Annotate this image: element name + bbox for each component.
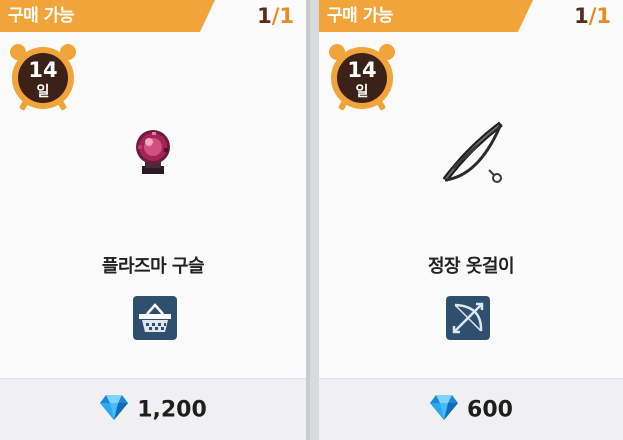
hanger-bow-icon <box>439 118 511 194</box>
timer-unit: 일 <box>355 84 369 100</box>
stock-current: 1 <box>574 4 589 28</box>
price-row[interactable]: 1,200 <box>0 393 306 427</box>
purchasable-tag: 구매 가능 <box>319 0 533 32</box>
item-name: 정장 옷걸이 <box>427 256 515 277</box>
diamond-icon <box>429 393 459 427</box>
stock-total: 1 <box>279 4 294 28</box>
plasma-orb-icon <box>132 128 176 182</box>
stock-count: 1/1 <box>257 4 294 28</box>
timer-value: 14 <box>28 58 58 82</box>
price-value: 600 <box>467 397 513 423</box>
shop-grid: 구매 가능 1/1 14 일 플라즈마 구슬 1,200 구매 가능 1/1 1… <box>0 0 623 440</box>
stock-count: 1/1 <box>574 4 611 28</box>
alarm-clock-icon: 14 일 <box>327 42 397 112</box>
diamond-icon <box>99 393 129 427</box>
alarm-clock-icon: 14 일 <box>8 42 78 112</box>
price-value: 1,200 <box>137 397 207 423</box>
purchasable-tag: 구매 가능 <box>0 0 215 32</box>
category-weapon-button[interactable] <box>446 296 490 340</box>
timer-unit: 일 <box>36 84 50 100</box>
category-basket-button[interactable] <box>133 296 177 340</box>
basket-icon <box>139 303 171 332</box>
stock-current: 1 <box>257 4 272 28</box>
bow-arrow-icon <box>452 302 484 334</box>
item-name: 플라즈마 구슬 <box>101 256 205 277</box>
stock-total: 1 <box>596 4 611 28</box>
timer-value: 14 <box>347 58 377 82</box>
price-row[interactable]: 600 <box>319 393 623 427</box>
shop-item-card[interactable]: 구매 가능 1/1 14 일 <box>0 0 310 440</box>
shop-item-card[interactable]: 구매 가능 1/1 14 일 <box>318 0 623 440</box>
